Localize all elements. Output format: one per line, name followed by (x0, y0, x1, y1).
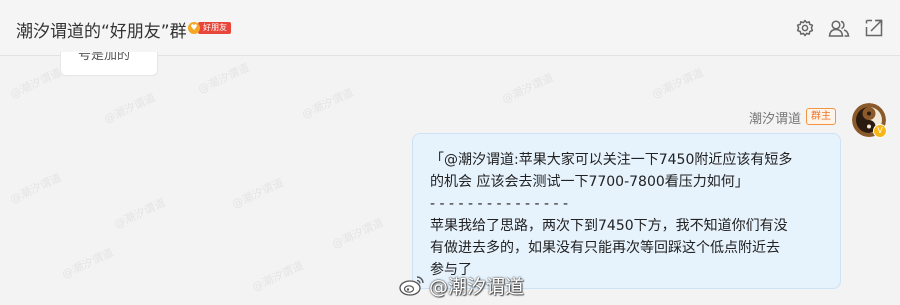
message-line: - - - - - - - - - - - - - - - (430, 196, 569, 212)
watermark: @潮汐谓道 (112, 195, 168, 231)
watermark: @潮汐谓道 (330, 215, 386, 251)
message-line: 的机会 应该会去测试一下7700-7800看压力如何」 (430, 174, 749, 190)
watermark: @潮汐谓道 (300, 85, 356, 121)
heart-icon: ♥ (188, 22, 200, 34)
previous-message-bubble: 号是加的 (60, 52, 158, 76)
weibo-logo-icon (399, 276, 424, 296)
watermark: @潮汐谓道 (250, 258, 306, 294)
members-icon[interactable] (828, 18, 850, 38)
watermark: @潮汐谓道 (500, 70, 556, 106)
group-title: 潮汐谓道的“好朋友”群 (16, 22, 187, 42)
owner-badge: 群主 (806, 108, 836, 125)
share-icon[interactable] (864, 18, 884, 38)
watermark: @潮汐谓道 (8, 170, 64, 206)
message-bubble[interactable]: 「@潮汐谓道:苹果大家可以关注一下7450附近应该有短多 的机会 应该会去测试一… (412, 133, 841, 289)
settings-icon[interactable] (795, 18, 815, 38)
message-line: 有做进去多的，如果没有只能再次等回踩这个低点附近去 (430, 240, 780, 256)
watermark: @潮汐谓道 (60, 245, 116, 281)
weibo-watermark: @潮汐谓道 (398, 270, 524, 300)
sender-name[interactable]: 潮汐谓道 (749, 108, 801, 127)
group-badge: ♥ 好朋友 (188, 21, 231, 35)
watermark: @潮汐谓道 (8, 65, 64, 101)
verified-badge-icon: V (873, 124, 887, 138)
weibo-watermark-text: @潮汐谓道 (429, 275, 525, 298)
watermark: @潮汐谓道 (196, 60, 252, 96)
watermark: @潮汐谓道 (650, 65, 706, 101)
message-line: 苹果我给了思路，两次下到7450下方，我不知道你们有没 (430, 218, 788, 234)
message-line: 「@潮汐谓道:苹果大家可以关注一下7450附近应该有短多 (430, 152, 793, 168)
badge-label: 好朋友 (198, 22, 231, 34)
chat-header: 潮汐谓道的“好朋友”群 ♥ 好朋友 (0, 0, 900, 56)
watermark: @潮汐谓道 (102, 90, 158, 126)
previous-message-text: 号是加的 (78, 52, 131, 63)
watermark: @潮汐谓道 (230, 175, 286, 211)
